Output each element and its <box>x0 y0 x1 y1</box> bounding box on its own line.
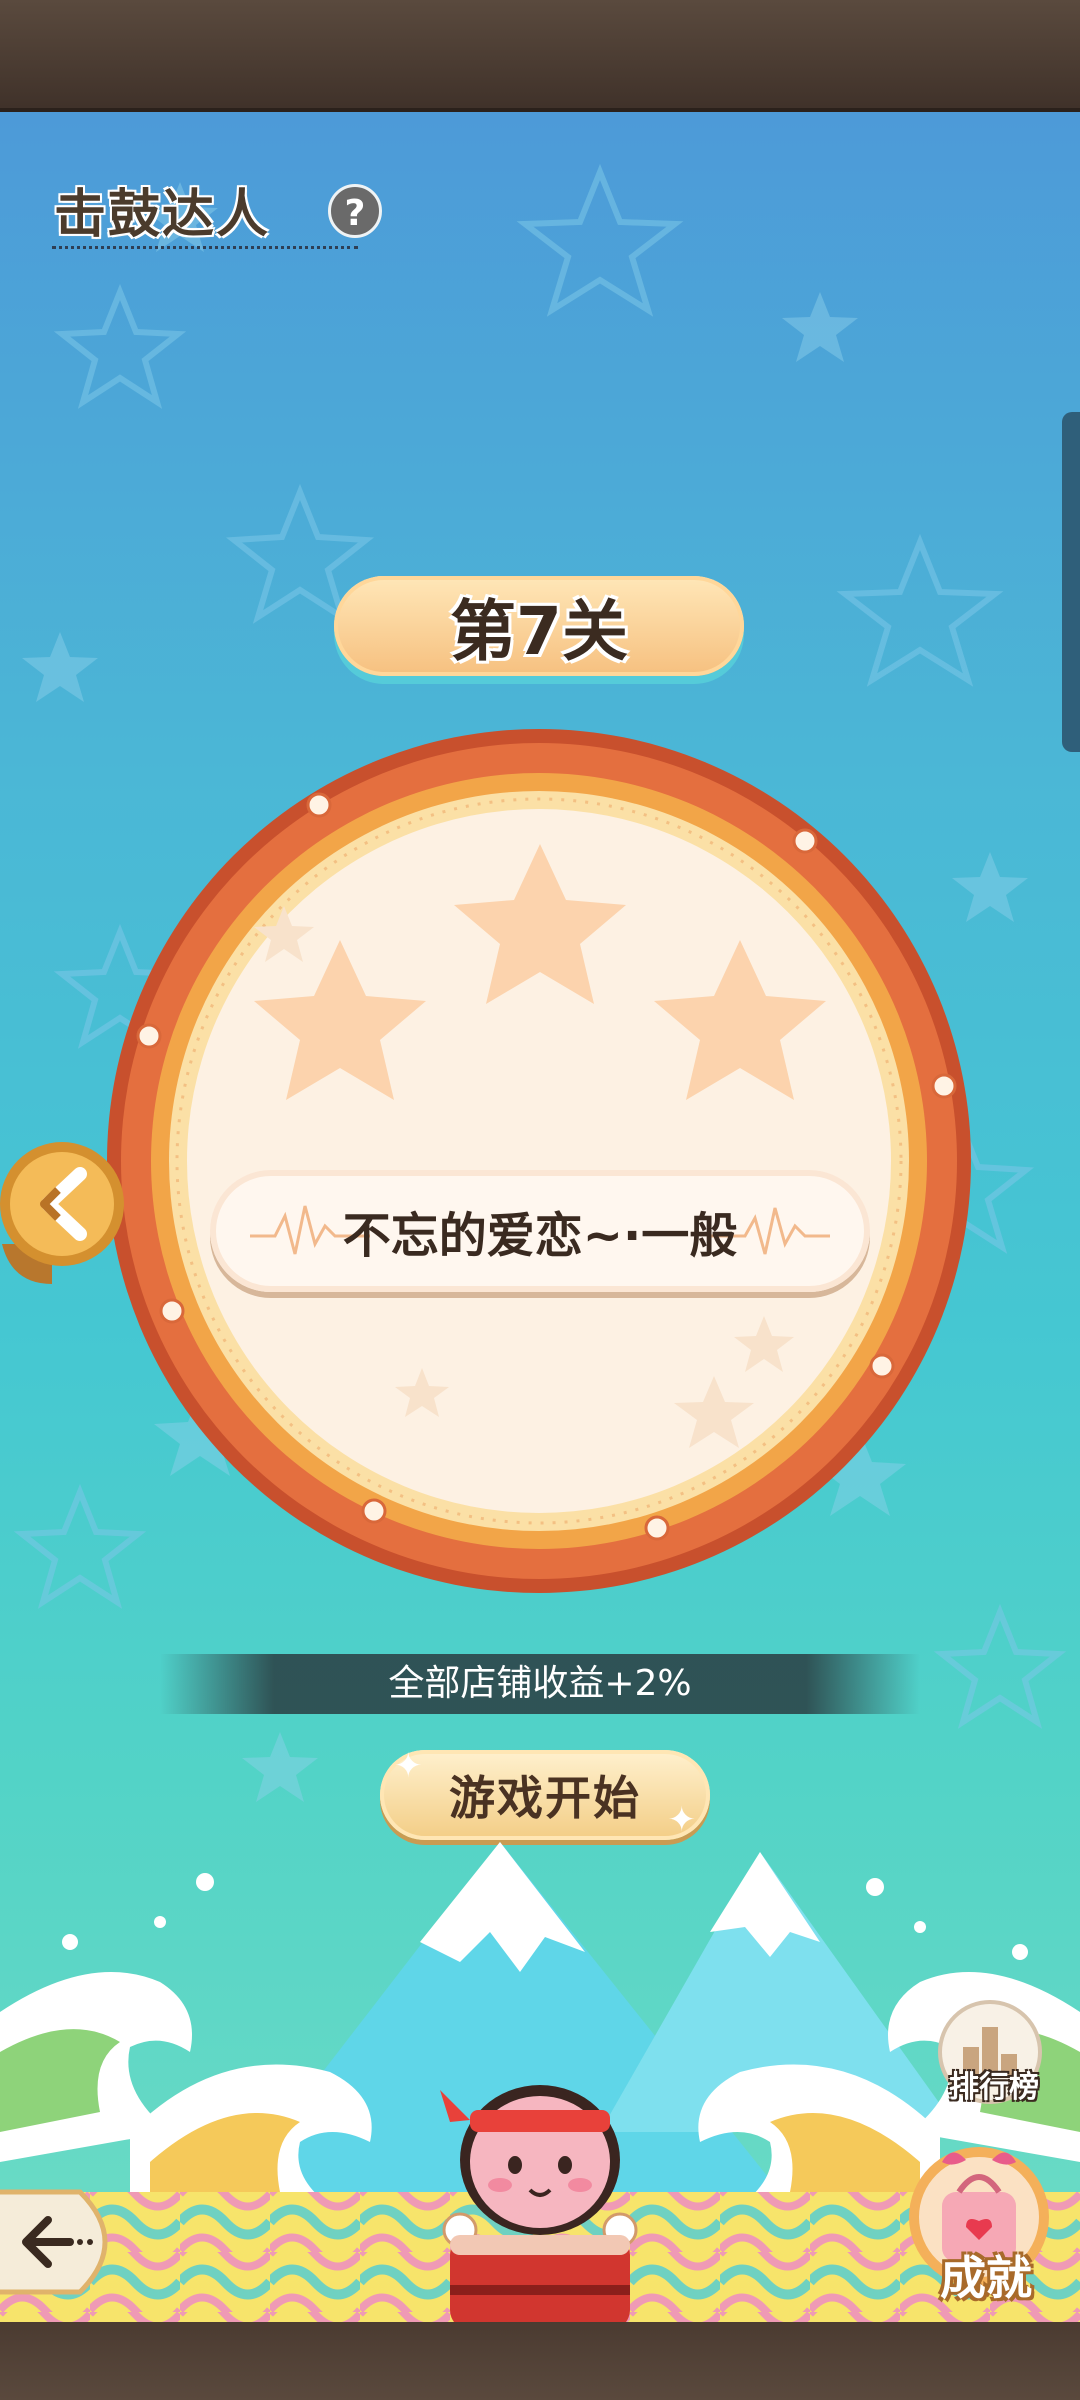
game-scene: 击鼓达人 ? 第7关 不忘的爱恋~·一般 全部店铺收益+2% 游戏开始 ✦ ✦ … <box>0 112 1080 2322</box>
bonus-text: 全部店铺收益+2% <box>388 1663 692 1704</box>
bottom-frame <box>0 2322 1080 2400</box>
mascot-character <box>440 2085 638 2322</box>
bonus-banner: 全部店铺收益+2% <box>160 1654 920 1714</box>
level-label: 第7关 <box>450 593 628 670</box>
game-title: 击鼓达人 <box>54 185 271 245</box>
start-game-label: 游戏开始 <box>449 1771 641 1825</box>
title-underline <box>52 246 358 249</box>
top-frame <box>0 0 1080 112</box>
back-button[interactable] <box>0 2182 130 2302</box>
level-badge: 第7关 <box>334 576 744 676</box>
game-title-area: 击鼓达人 ? <box>26 142 382 249</box>
achievements-label[interactable]: 成就 <box>916 2242 1056 2308</box>
sparkle-icon: ✦ <box>394 1746 425 1786</box>
start-game-button[interactable]: 游戏开始 ✦ ✦ <box>380 1746 710 1840</box>
song-title: 不忘的爱恋~·一般 <box>342 1208 738 1264</box>
previous-level-button[interactable] <box>0 1134 142 1284</box>
drum[interactable] <box>104 726 974 1596</box>
leaderboard-label[interactable]: 排行榜 <box>924 2062 1064 2106</box>
song-title-plate: 不忘的爱恋~·一般 <box>210 1170 870 1292</box>
side-drawer-handle[interactable] <box>1062 412 1080 752</box>
help-icon[interactable]: ? <box>328 184 382 238</box>
